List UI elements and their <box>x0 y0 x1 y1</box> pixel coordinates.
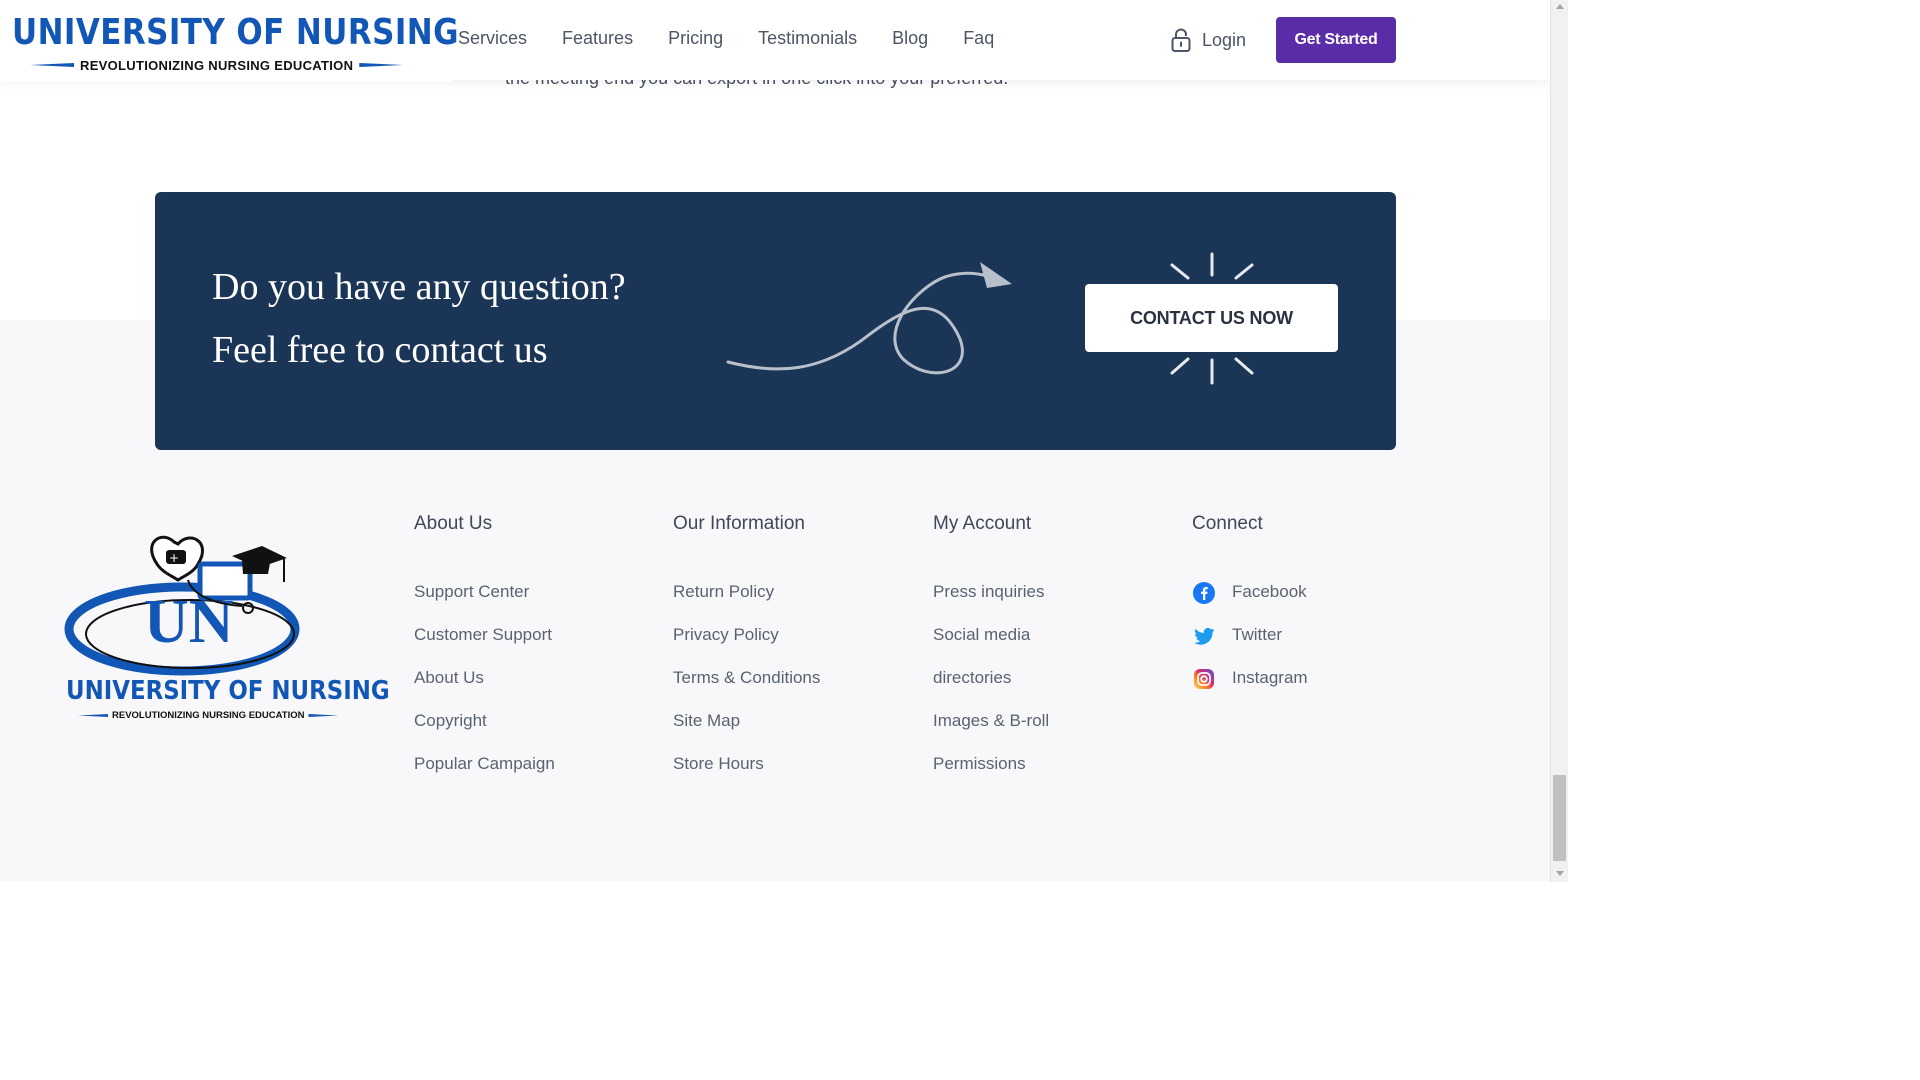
main-nav: Services Features Pricing Testimonials B… <box>458 28 994 49</box>
footer-link-popular-campaign[interactable]: Popular Campaign <box>414 754 555 797</box>
instagram-icon <box>1192 667 1216 691</box>
footer-link-images-broll[interactable]: Images & B-roll <box>933 711 1049 754</box>
facebook-label: Facebook <box>1232 582 1307 601</box>
cta-heading-line2: Feel free to contact us <box>212 329 548 371</box>
footer-link-press-inquiries[interactable]: Press inquiries <box>933 582 1049 625</box>
scrollbar-thumb[interactable] <box>1553 775 1566 861</box>
footer-logo-subtitle-text: REVOLUTIONIZING NURSING EDUCATION <box>112 710 305 721</box>
footer-link-privacy-policy[interactable]: Privacy Policy <box>673 625 820 668</box>
page: the meeting end you can export in one cl… <box>0 0 1550 882</box>
footer-column-connect: Connect Facebook Twitter Instagram <box>1192 513 1308 711</box>
twitter-icon <box>1192 624 1216 648</box>
contact-cta-banner: Do you have any question? Feel free to c… <box>155 192 1396 450</box>
footer-column-heading: About Us <box>414 513 493 534</box>
footer-link-copyright[interactable]: Copyright <box>414 711 555 754</box>
footer-logo[interactable]: UN + UNIVERSITY OF NURSING REVOLUTIONIZI… <box>62 534 390 724</box>
contact-us-button[interactable]: CONTACT US NOW <box>1085 284 1338 352</box>
nav-faq[interactable]: Faq <box>963 28 994 49</box>
footer-link-social-media[interactable]: Social media <box>933 625 1049 668</box>
site-header: UNIVERSITY OF NURSING REVOLUTIONIZING NU… <box>0 0 1550 82</box>
footer-link-terms-conditions[interactable]: Terms & Conditions <box>673 668 820 711</box>
footer-column-our-information: Our Information Return Policy Privacy Po… <box>673 513 820 797</box>
scroll-up-arrow-icon[interactable] <box>1556 4 1564 9</box>
footer-column-heading: My Account <box>933 513 1032 534</box>
footer-link-return-policy[interactable]: Return Policy <box>673 582 820 625</box>
footer-link-instagram[interactable]: Instagram <box>1192 668 1308 711</box>
footer-link-store-hours[interactable]: Store Hours <box>673 754 820 797</box>
footer-link-support-center[interactable]: Support Center <box>414 582 555 625</box>
logo-title: UNIVERSITY OF NURSING <box>12 12 459 53</box>
logo-subtitle: REVOLUTIONIZING NURSING EDUCATION <box>30 57 404 73</box>
page-scrollbar[interactable] <box>1550 0 1568 882</box>
header-logo[interactable]: UNIVERSITY OF NURSING REVOLUTIONIZING NU… <box>0 0 459 82</box>
nav-services[interactable]: Services <box>458 28 527 49</box>
footer-logo-title: UNIVERSITY OF NURSING <box>66 676 390 706</box>
footer-column-heading: Our Information <box>673 513 805 534</box>
footer-link-directories[interactable]: directories <box>933 668 1049 711</box>
nav-features[interactable]: Features <box>562 28 633 49</box>
instagram-label: Instagram <box>1232 668 1308 687</box>
divider <box>78 714 108 717</box>
divider <box>308 714 339 717</box>
footer-link-twitter[interactable]: Twitter <box>1192 625 1308 668</box>
divider <box>359 63 404 67</box>
scroll-down-arrow-icon[interactable] <box>1556 871 1564 876</box>
facebook-icon <box>1192 581 1216 605</box>
get-started-button[interactable]: Get Started <box>1276 17 1396 63</box>
twitter-label: Twitter <box>1232 625 1283 644</box>
footer-column-about-us: About Us Support Center Customer Support… <box>414 513 555 797</box>
footer-link-facebook[interactable]: Facebook <box>1192 582 1308 625</box>
decorative-arrow-icon <box>726 262 1012 375</box>
logo-subtitle-text: REVOLUTIONIZING NURSING EDUCATION <box>80 57 354 73</box>
footer-link-permissions[interactable]: Permissions <box>933 754 1049 797</box>
footer-link-about-us[interactable]: About Us <box>414 668 555 711</box>
footer-logo-subtitle: REVOLUTIONIZING NURSING EDUCATION <box>78 710 339 721</box>
cta-heading-line1: Do you have any question? <box>212 266 626 308</box>
footer-column-heading: Connect <box>1192 513 1263 534</box>
nursing-emblem-icon: UN + <box>64 535 300 676</box>
footer-column-my-account: My Account Press inquiries Social media … <box>933 513 1049 797</box>
login-label: Login <box>1202 29 1247 50</box>
login-link[interactable]: Login <box>1170 27 1246 53</box>
lock-icon <box>1171 28 1191 52</box>
nav-pricing[interactable]: Pricing <box>668 28 723 49</box>
footer-link-site-map[interactable]: Site Map <box>673 711 820 754</box>
nav-blog[interactable]: Blog <box>892 28 928 49</box>
divider <box>30 63 74 67</box>
footer-link-customer-support[interactable]: Customer Support <box>414 625 555 668</box>
nav-testimonials[interactable]: Testimonials <box>758 28 857 49</box>
svg-text:+: + <box>169 551 179 565</box>
